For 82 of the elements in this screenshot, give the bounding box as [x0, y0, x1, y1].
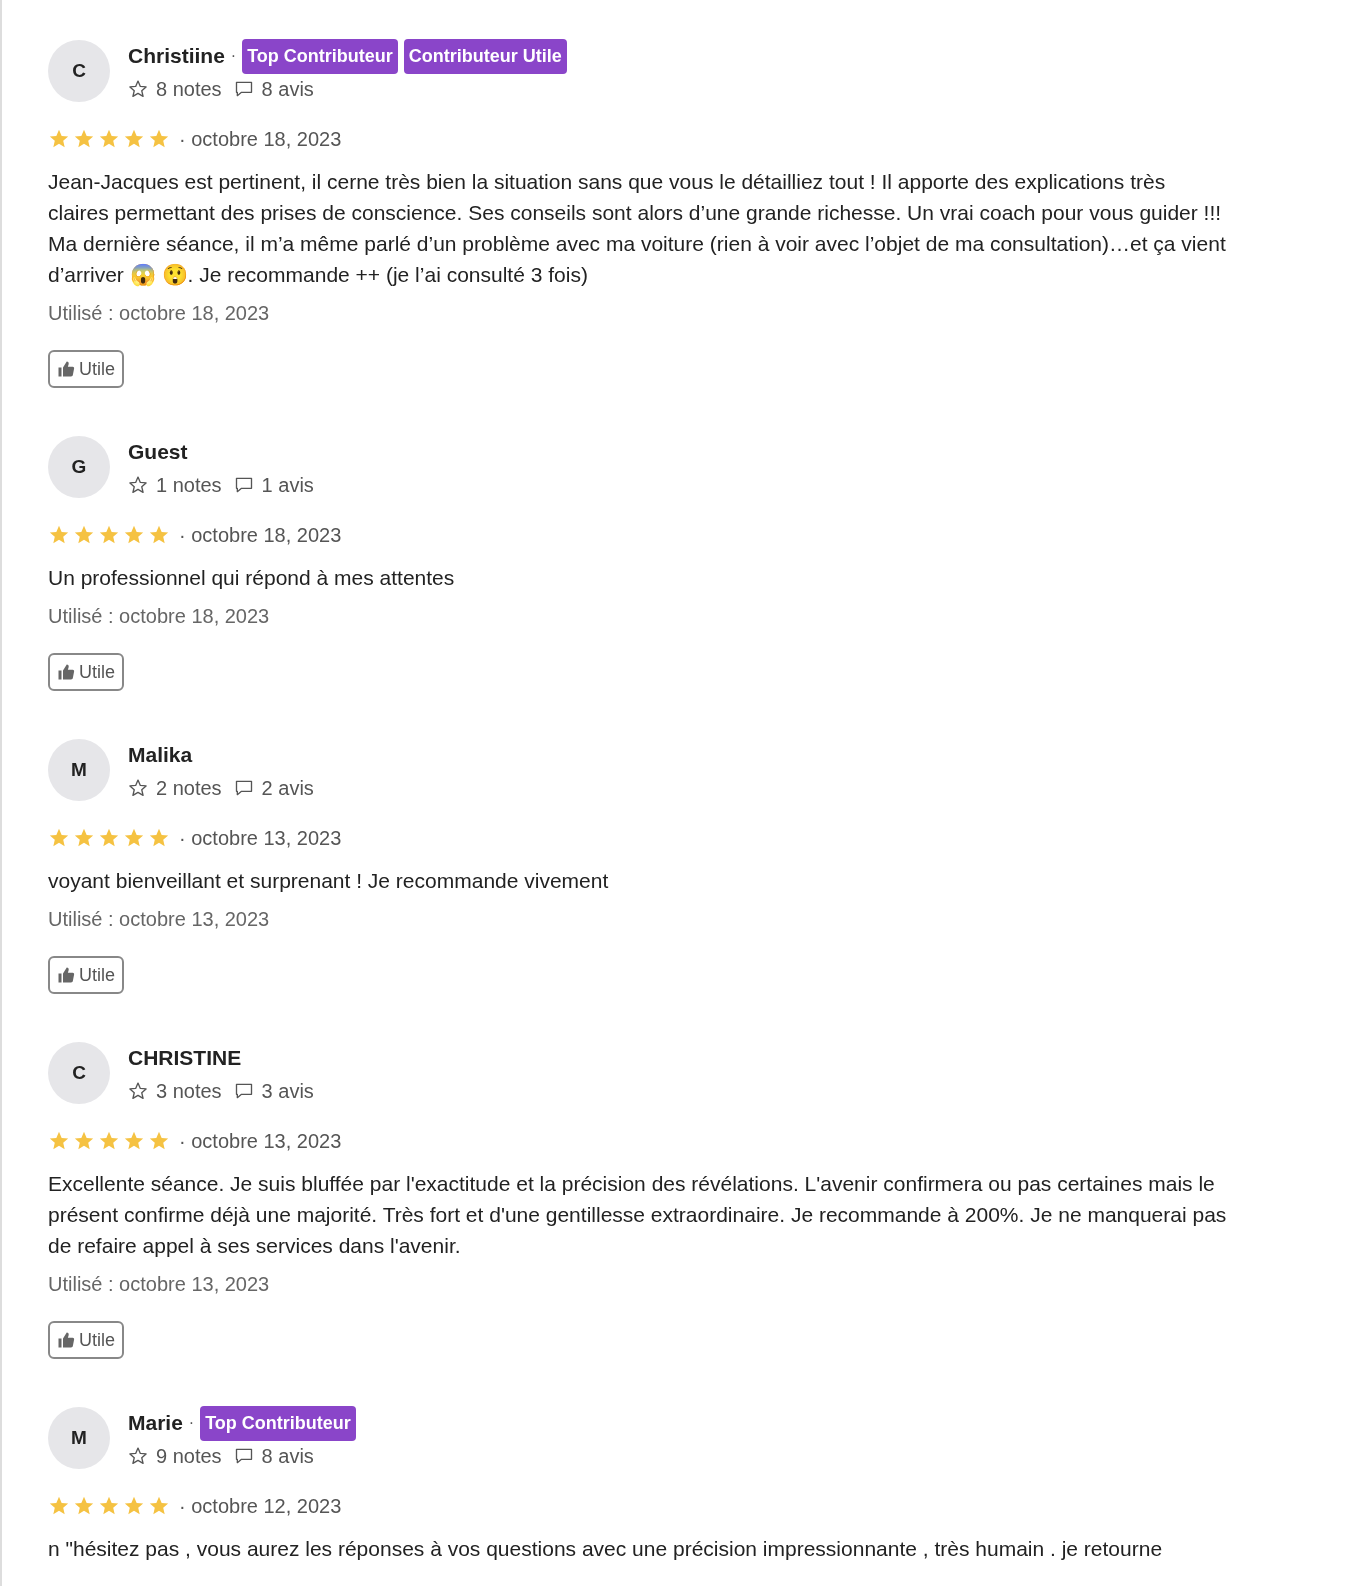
avatar: G — [48, 436, 110, 498]
comment-icon — [233, 475, 254, 495]
reviewer-name: Malika — [128, 742, 193, 769]
star-icon — [148, 1130, 170, 1152]
reviewer-name: CHRISTINE — [128, 1045, 242, 1072]
usage-date: Utilisé : octobre 13, 2023 — [48, 907, 271, 932]
notes-count: 2 notes — [156, 776, 222, 801]
separator-dot: · — [230, 46, 237, 66]
star-icon — [73, 1130, 95, 1152]
contributor-badge: Top Contributeur — [242, 38, 398, 74]
star-icon — [123, 1495, 145, 1517]
thumbs-up-icon — [57, 360, 75, 378]
star-outline-icon — [128, 778, 148, 798]
star-icon — [148, 827, 170, 849]
notes-count: 9 notes — [156, 1444, 222, 1469]
reviews-count: 3 avis — [261, 1079, 314, 1104]
notes-count: 8 notes — [156, 77, 222, 102]
review-text: voyant bienveillant et surprenant ! Je recommande vivement — [48, 868, 610, 894]
review-date: · octobre 13, 2023 — [179, 826, 342, 851]
review-text: Excellente séance. Je suis bluffée par l'exactitude et la précision des révélations. L'avenir confirmera ou pas certaines mais le présent confirme déjà une majorité. Très fort et d'une gentillesse extraordinaire. Je recommande à 200%. Je ne manquerai pas de refaire appel à ses services dans l'avenir. — [48, 1171, 1228, 1259]
star-icon — [148, 524, 170, 546]
star-icon — [48, 1495, 70, 1517]
reviews-count: 2 avis — [261, 776, 314, 801]
comment-icon — [233, 79, 254, 99]
star-icon — [73, 524, 95, 546]
star-icon — [48, 1130, 70, 1152]
star-outline-icon — [128, 79, 148, 99]
star-icon — [73, 128, 95, 150]
helpful-button[interactable]: Utile — [48, 653, 124, 691]
star-icon — [98, 524, 120, 546]
star-icon — [148, 1495, 170, 1517]
star-icon — [148, 128, 170, 150]
reviewer-name: Christiine — [128, 43, 225, 70]
reviews-count: 1 avis — [261, 473, 314, 498]
star-icon — [123, 827, 145, 849]
review-text: Jean-Jacques est pertinent, il cerne très bien la situation sans que vous le détailliez tout ! Il apporte des explications très claires permettant des prises de conscience. Ses conseils sont alors d’une grande richesse. Un vrai coach pour vous guider !!! Ma dernière séance, il m’a même parlé d’un problème avec ma voiture (rien à voir avec l’objet de ma consultation)…et ça vient d’arriver 😱 😲. Je recommande ++ (je l’ai consulté 3 fois) — [48, 169, 1227, 289]
usage-date: Utilisé : octobre 18, 2023 — [48, 604, 271, 629]
star-outline-icon — [128, 1081, 148, 1101]
avatar: M — [48, 739, 110, 801]
star-icon — [123, 128, 145, 150]
separator-dot: · — [188, 1413, 195, 1433]
reviews-count: 8 avis — [261, 1444, 314, 1469]
star-icon — [98, 1130, 120, 1152]
usage-date: Utilisé : octobre 18, 2023 — [48, 301, 271, 326]
star-icon — [73, 827, 95, 849]
review-text: Un professionnel qui répond à mes attentes — [48, 565, 456, 591]
comment-icon — [233, 1081, 254, 1101]
comment-icon — [233, 778, 254, 798]
star-icon — [123, 524, 145, 546]
helpful-button[interactable]: Utile — [48, 956, 124, 994]
reviews-count: 8 avis — [261, 77, 314, 102]
comment-icon — [233, 1446, 254, 1466]
star-icon — [98, 128, 120, 150]
notes-count: 3 notes — [156, 1079, 222, 1104]
review-text: n "hésitez pas , vous aurez les réponses à vos questions avec une précision impressionnante , très humain . je retourne — [48, 1536, 1164, 1562]
review-date: · octobre 12, 2023 — [179, 1494, 342, 1519]
helpful-button[interactable]: Utile — [48, 1321, 124, 1359]
star-icon — [48, 827, 70, 849]
review-date: · octobre 18, 2023 — [179, 523, 342, 548]
star-icon — [123, 1130, 145, 1152]
avatar: M — [48, 1407, 110, 1469]
star-outline-icon — [128, 1446, 148, 1466]
notes-count: 1 notes — [156, 473, 222, 498]
contributor-badge: Top Contributeur — [200, 1405, 356, 1441]
star-outline-icon — [128, 475, 148, 495]
thumbs-up-icon — [57, 663, 75, 681]
star-icon — [98, 1495, 120, 1517]
avatar: C — [48, 40, 110, 102]
star-icon — [98, 827, 120, 849]
usage-date: Utilisé : octobre 13, 2023 — [48, 1272, 271, 1297]
contributor-badge: Contributeur Utile — [403, 38, 567, 74]
thumbs-up-icon — [57, 966, 75, 984]
reviewer-name: Guest — [128, 439, 188, 466]
star-icon — [48, 524, 70, 546]
helpful-button[interactable]: Utile — [48, 350, 124, 388]
review-date: · octobre 13, 2023 — [179, 1129, 342, 1154]
star-icon — [73, 1495, 95, 1517]
thumbs-up-icon — [57, 1331, 75, 1349]
star-icon — [48, 128, 70, 150]
reviewer-name: Marie — [128, 1410, 183, 1437]
avatar: C — [48, 1042, 110, 1104]
review-date: · octobre 18, 2023 — [179, 127, 342, 152]
